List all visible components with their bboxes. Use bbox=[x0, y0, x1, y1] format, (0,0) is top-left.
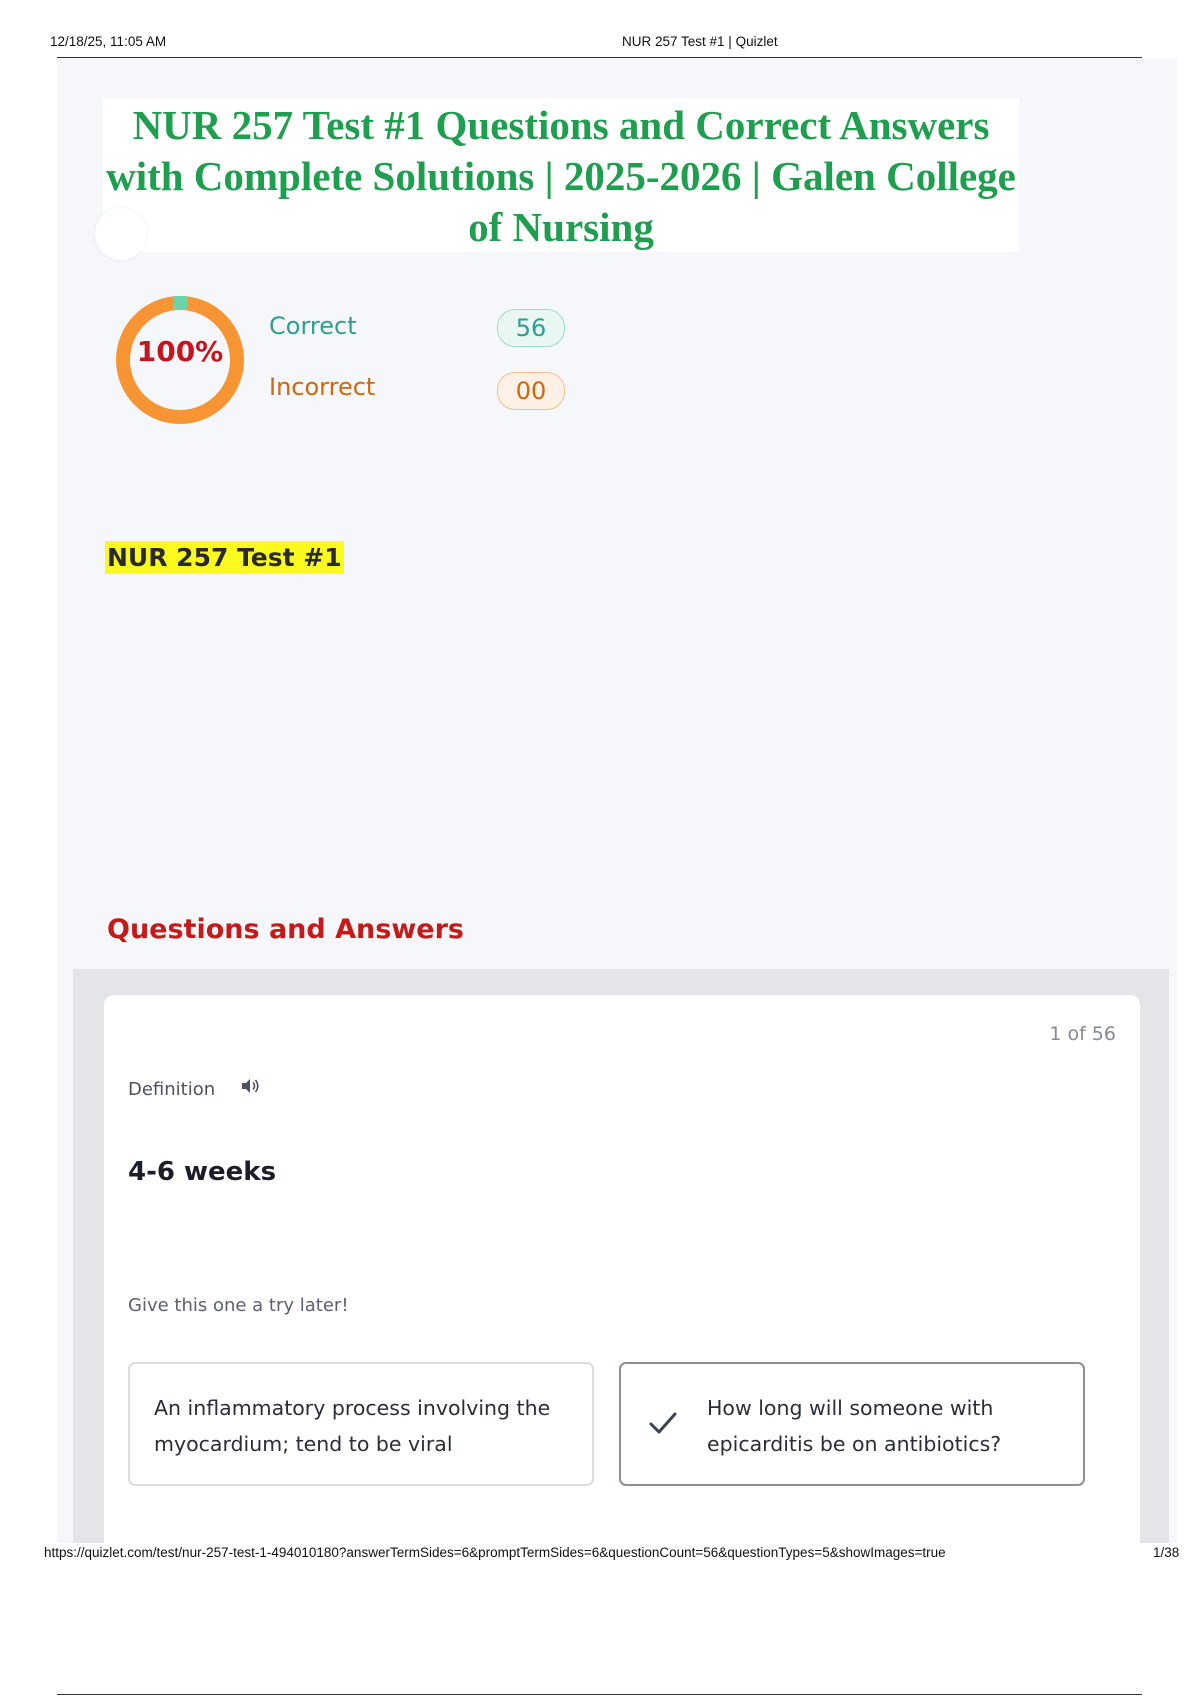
print-page-title: NUR 257 Test #1 | Quizlet bbox=[622, 34, 778, 49]
answer-option-1[interactable]: An inflammatory process involving the my… bbox=[128, 1362, 594, 1486]
avatar-placeholder bbox=[95, 208, 147, 260]
check-icon bbox=[649, 1412, 677, 1434]
print-header: 12/18/25, 11:05 AM NUR 257 Test #1 | Qui… bbox=[50, 34, 1140, 56]
question-panel: 1 of 56 Definition 4-6 weeks Give this o… bbox=[73, 969, 1169, 1543]
print-footer-url: https://quizlet.com/test/nur-257-test-1-… bbox=[44, 1545, 946, 1560]
try-later-hint[interactable]: Give this one a try later! bbox=[128, 1295, 349, 1316]
answer-option-text: How long will someone with epicarditis b… bbox=[707, 1396, 1002, 1456]
document-title-box: NUR 257 Test #1 Questions and Correct An… bbox=[103, 98, 1019, 252]
incorrect-count-badge: 00 bbox=[497, 372, 565, 410]
bottom-divider bbox=[57, 1694, 1142, 1695]
incorrect-label: Incorrect bbox=[269, 373, 376, 401]
answer-option-2[interactable]: How long will someone with epicarditis b… bbox=[619, 1362, 1085, 1486]
correct-count-badge: 56 bbox=[497, 309, 565, 347]
document-title: NUR 257 Test #1 Questions and Correct An… bbox=[106, 102, 1016, 250]
set-title: NUR 257 Test #1 bbox=[105, 541, 344, 574]
question-term: 4-6 weeks bbox=[128, 1157, 277, 1187]
answer-option-text: An inflammatory process involving the my… bbox=[154, 1396, 551, 1456]
speaker-icon[interactable] bbox=[239, 1075, 261, 1097]
question-progress: 1 of 56 bbox=[1049, 1023, 1116, 1045]
definition-label: Definition bbox=[128, 1079, 216, 1100]
question-card: 1 of 56 Definition 4-6 weeks Give this o… bbox=[104, 995, 1140, 1543]
questions-section-heading: Questions and Answers bbox=[107, 914, 464, 945]
page-content: NUR 257 Test #1 Questions and Correct An… bbox=[57, 58, 1177, 1543]
print-page-number: 1/38 bbox=[1153, 1545, 1180, 1560]
print-datetime: 12/18/25, 11:05 AM bbox=[50, 34, 167, 49]
score-percent: 100% bbox=[136, 335, 224, 368]
correct-label: Correct bbox=[269, 312, 357, 340]
score-ring-marker bbox=[173, 296, 187, 310]
